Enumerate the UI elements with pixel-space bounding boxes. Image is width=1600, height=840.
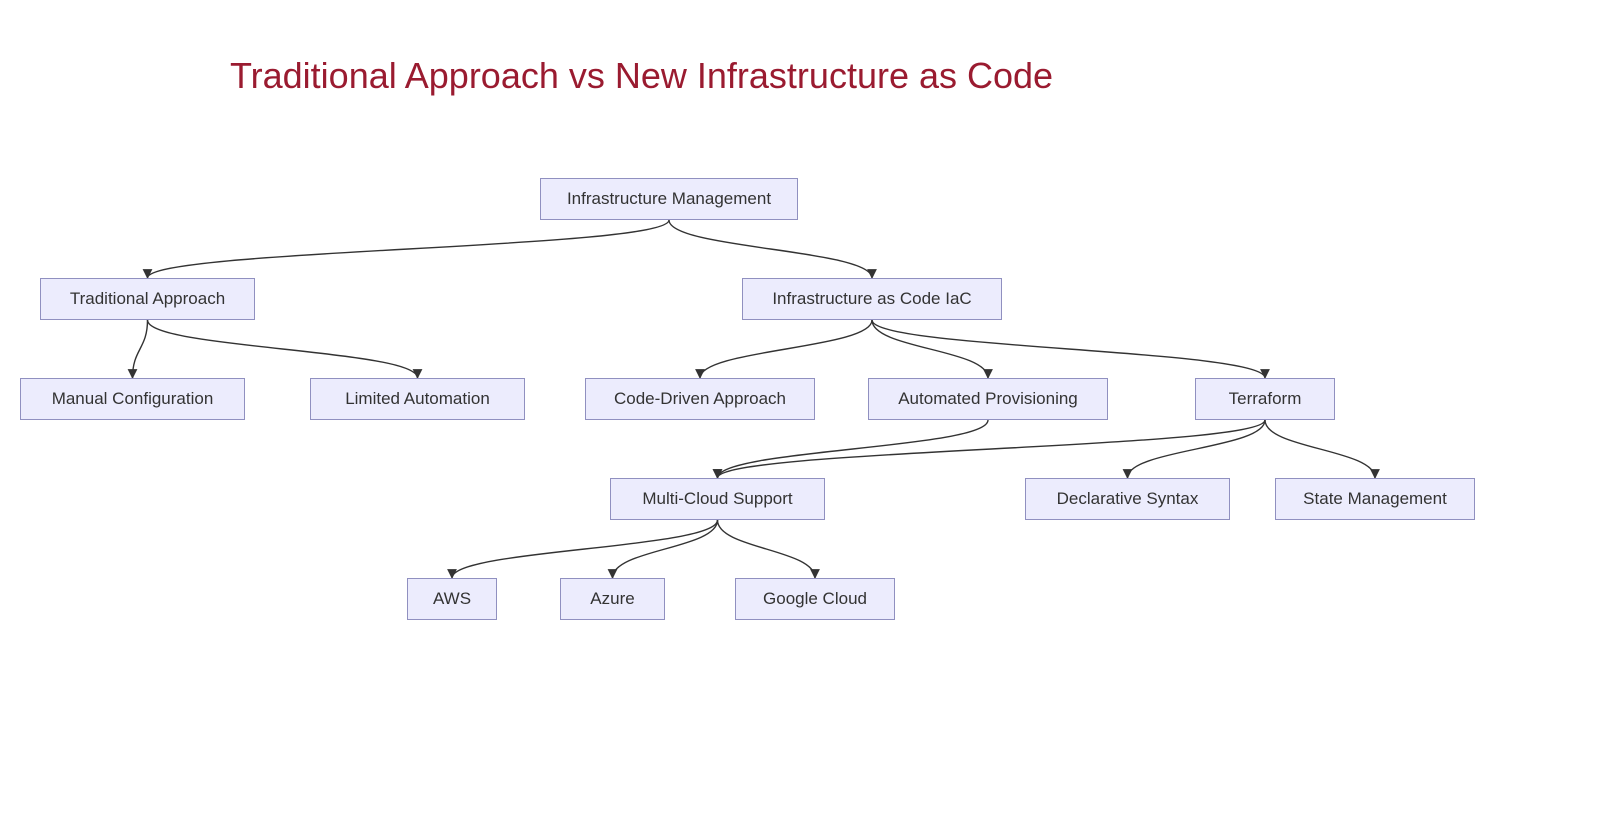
node-multicloud: Multi-Cloud Support bbox=[610, 478, 825, 520]
edge-terraform-declarative bbox=[1128, 420, 1266, 478]
edge-terraform-statemgmt bbox=[1265, 420, 1375, 478]
node-codedriven: Code-Driven Approach bbox=[585, 378, 815, 420]
node-aws: AWS bbox=[407, 578, 497, 620]
diagram-title: Traditional Approach vs New Infrastructu… bbox=[230, 55, 1053, 97]
node-manual: Manual Configuration bbox=[20, 378, 245, 420]
edge-iac-terraform bbox=[872, 320, 1265, 378]
edge-multicloud-gcloud bbox=[718, 520, 816, 578]
node-terraform: Terraform bbox=[1195, 378, 1335, 420]
edge-iac-autoprov bbox=[872, 320, 988, 378]
node-azure: Azure bbox=[560, 578, 665, 620]
edge-iac-codedriven bbox=[700, 320, 872, 378]
edge-trad-manual bbox=[133, 320, 148, 378]
node-statemgmt: State Management bbox=[1275, 478, 1475, 520]
edge-trad-limited bbox=[148, 320, 418, 378]
edge-multicloud-azure bbox=[613, 520, 718, 578]
node-trad: Traditional Approach bbox=[40, 278, 255, 320]
node-root: Infrastructure Management bbox=[540, 178, 798, 220]
node-iac: Infrastructure as Code IaC bbox=[742, 278, 1002, 320]
edge-root-iac bbox=[669, 220, 872, 278]
node-limited: Limited Automation bbox=[310, 378, 525, 420]
edge-root-trad bbox=[148, 220, 670, 278]
edge-multicloud-aws bbox=[452, 520, 718, 578]
node-autoprov: Automated Provisioning bbox=[868, 378, 1108, 420]
edge-autoprov-multicloud bbox=[718, 420, 989, 478]
node-gcloud: Google Cloud bbox=[735, 578, 895, 620]
edge-layer bbox=[0, 0, 1600, 840]
edge-terraform-multicloud bbox=[718, 420, 1266, 478]
node-declarative: Declarative Syntax bbox=[1025, 478, 1230, 520]
